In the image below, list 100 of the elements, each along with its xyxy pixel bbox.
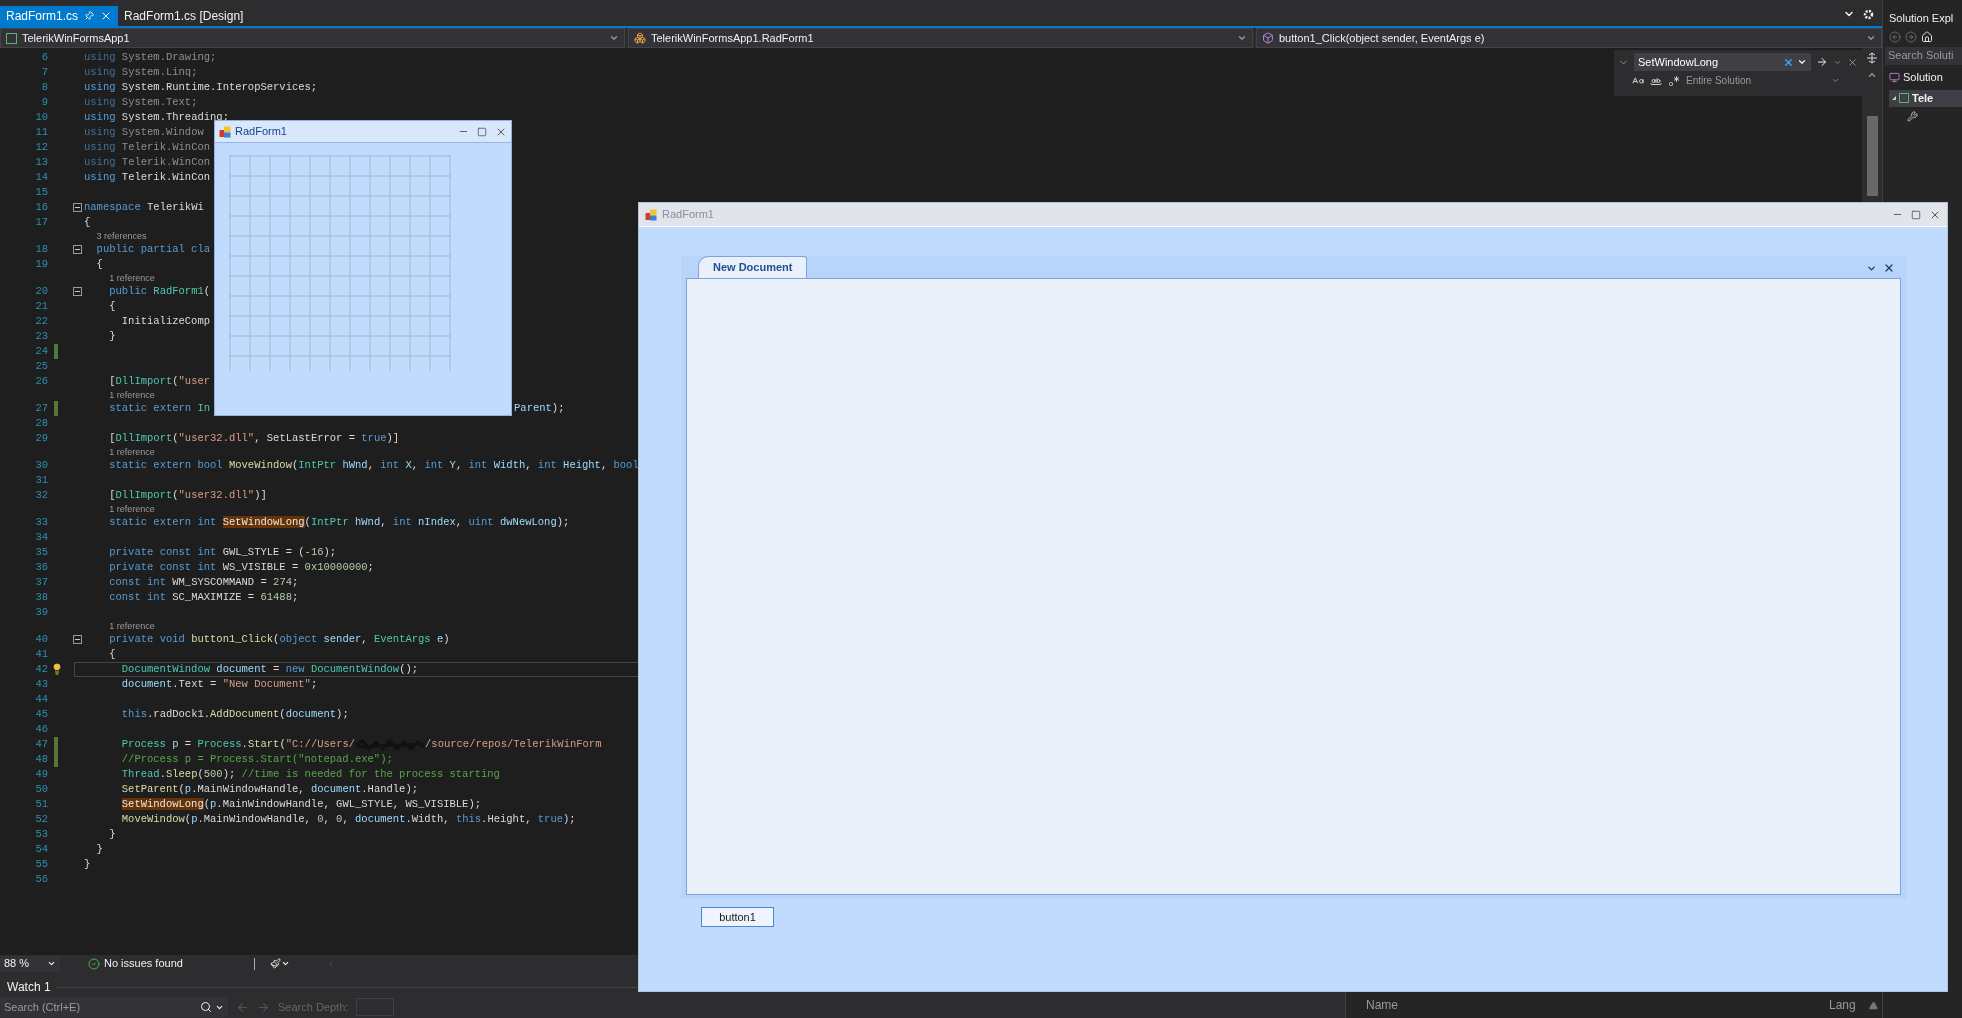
line-number: 18: [34, 242, 48, 257]
code-text: }: [84, 857, 91, 872]
scope-dropdown[interactable]: Entire Solution: [1686, 73, 1858, 88]
find-next-icon[interactable]: [1816, 56, 1828, 68]
navigation-dropdown[interactable]: TelerikWinFormsApp1.RadForm1: [628, 28, 1253, 48]
back-icon[interactable]: [1889, 30, 1901, 43]
dropdown-caret-icon[interactable]: [1797, 57, 1807, 67]
navigation-dropdown[interactable]: button1_Click(object sender, EventArgs e): [1256, 28, 1882, 48]
code-text: DocumentWindow document = new DocumentWindow();: [120, 662, 419, 677]
line-number: 21: [34, 299, 48, 314]
line-number: 9: [40, 95, 48, 110]
code-text: SetWindowLong(p.MainWindowHandle, GWL_STYLE, WS_VISIBLE);: [120, 797, 481, 812]
code-text: using System.Window: [84, 125, 204, 140]
tree-item[interactable]: Solution: [1889, 68, 1962, 86]
code-lens-text: 1 reference: [109, 620, 155, 632]
split-icon[interactable]: [1866, 52, 1878, 64]
line-number: 40: [34, 632, 48, 647]
dropdown-caret-icon[interactable]: [281, 959, 290, 968]
project-icon: [1899, 93, 1909, 103]
lightbulb-icon[interactable]: [51, 663, 63, 675]
code-lens-text: 1 reference: [109, 446, 155, 458]
code-text: {: [95, 257, 103, 272]
collapse-icon[interactable]: [73, 245, 82, 254]
code-text: using Telerik.WinCon: [84, 140, 211, 155]
navigation-dropdown[interactable]: TelerikWinFormsApp1: [0, 28, 625, 48]
monitor-icon: [1889, 71, 1900, 83]
form-icon: [219, 125, 231, 138]
zoom-dropdown[interactable]: 88 %: [0, 955, 60, 972]
code-text: namespace TelerikWi: [84, 200, 204, 215]
line-number: 49: [34, 767, 48, 782]
code-text: using System.Linq;: [84, 65, 198, 80]
form-button[interactable]: button1: [701, 907, 774, 928]
line-number: 41: [34, 647, 48, 662]
line-number: 55: [34, 857, 48, 872]
line-number: 34: [34, 530, 48, 545]
line-number: 23: [34, 329, 48, 344]
code-lens-text: 1 reference: [109, 272, 155, 284]
panel-title: Solution Expl: [1889, 11, 1955, 26]
document-tab[interactable]: RadForm1.cs: [0, 6, 119, 26]
line-number: 36: [34, 560, 48, 575]
line-number: 12: [34, 140, 48, 155]
collapse-icon[interactable]: [73, 287, 82, 296]
code-text: using Telerik.WinCon: [84, 170, 211, 185]
line-number: 33: [34, 515, 48, 530]
document-tab[interactable]: New Document: [698, 256, 808, 278]
line-number: 20: [34, 284, 48, 299]
code-text: [DllImport("user32.dll", SetLastError = true)]: [108, 431, 400, 446]
code-lens-text: 3 references: [96, 230, 147, 242]
scrollbar-thumb[interactable]: [1866, 116, 1878, 196]
code-lens-text: 1 reference: [109, 389, 155, 401]
code-text: static extern In: [108, 401, 211, 416]
code-text: Thread.Sleep(500); //time is needed for the process starting: [120, 767, 500, 782]
window-title: RadForm1: [662, 207, 715, 223]
line-number: 15: [34, 185, 48, 200]
line-number: 22: [34, 314, 48, 329]
dropdown-caret-icon: [1866, 33, 1876, 43]
regex-icon[interactable]: [1668, 74, 1680, 87]
expand-icon[interactable]: [1892, 96, 1896, 100]
line-number: 32: [34, 488, 48, 503]
code-text: private void button1_Click(object sender, EventArgs e): [108, 632, 450, 647]
document-tab[interactable]: RadForm1.cs [Design]: [118, 6, 250, 26]
search-icon[interactable]: [200, 1001, 212, 1013]
code-text: SetParent(p.MainWindowHandle, document.Handle);: [120, 782, 419, 797]
search-field[interactable]: SetWindowLong: [1634, 53, 1811, 71]
dropdown-caret-icon: [47, 959, 56, 968]
code-text: }: [108, 827, 116, 842]
tree-item[interactable]: Tele: [1889, 89, 1962, 107]
scroll-up-icon[interactable]: [1867, 70, 1877, 80]
column-header[interactable]: Name: [1366, 996, 1829, 1014]
brush-icon[interactable]: [270, 958, 281, 969]
line-number: 28: [34, 416, 48, 431]
line-number: 19: [34, 257, 48, 272]
line-number: 39: [34, 605, 48, 620]
line-number: 24: [34, 344, 48, 359]
line-number: 30: [34, 458, 48, 473]
search-field[interactable]: Search (Ctrl+E): [0, 997, 228, 1017]
maximize-icon[interactable]: [1911, 209, 1921, 220]
maximize-icon[interactable]: [477, 126, 487, 137]
settings-icon[interactable]: [1863, 8, 1874, 20]
line-number: 50: [34, 782, 48, 797]
column-header[interactable]: Lang: [1829, 996, 1869, 1014]
code-text: private const int WS_VISIBLE = 0x10000000;: [108, 560, 374, 575]
collapse-icon[interactable]: [73, 203, 82, 212]
search-field[interactable]: Search Soluti: [1885, 46, 1962, 65]
line-number: 14: [34, 170, 48, 185]
line-number: 7: [40, 65, 48, 80]
boxes-icon: [634, 32, 646, 44]
project-icon: [6, 32, 17, 44]
close-icon[interactable]: [1883, 262, 1895, 274]
code-text: [DllImport("user: [108, 374, 211, 389]
code-text: static extern bool MoveWindow(IntPtr hWnd, int X, int Y, int Width, int Height, bool: [108, 458, 639, 473]
home-icon[interactable]: [1921, 30, 1933, 43]
clear-icon[interactable]: [1783, 56, 1794, 68]
match-case-icon[interactable]: [1632, 74, 1644, 87]
line-number: 10: [34, 110, 48, 125]
code-text: {: [108, 299, 116, 314]
tab-label: RadForm1.cs: [6, 8, 79, 25]
collapse-icon[interactable]: [73, 635, 82, 644]
close-icon[interactable]: [1847, 56, 1858, 68]
scroll-up-icon[interactable]: [1869, 1000, 1878, 1010]
